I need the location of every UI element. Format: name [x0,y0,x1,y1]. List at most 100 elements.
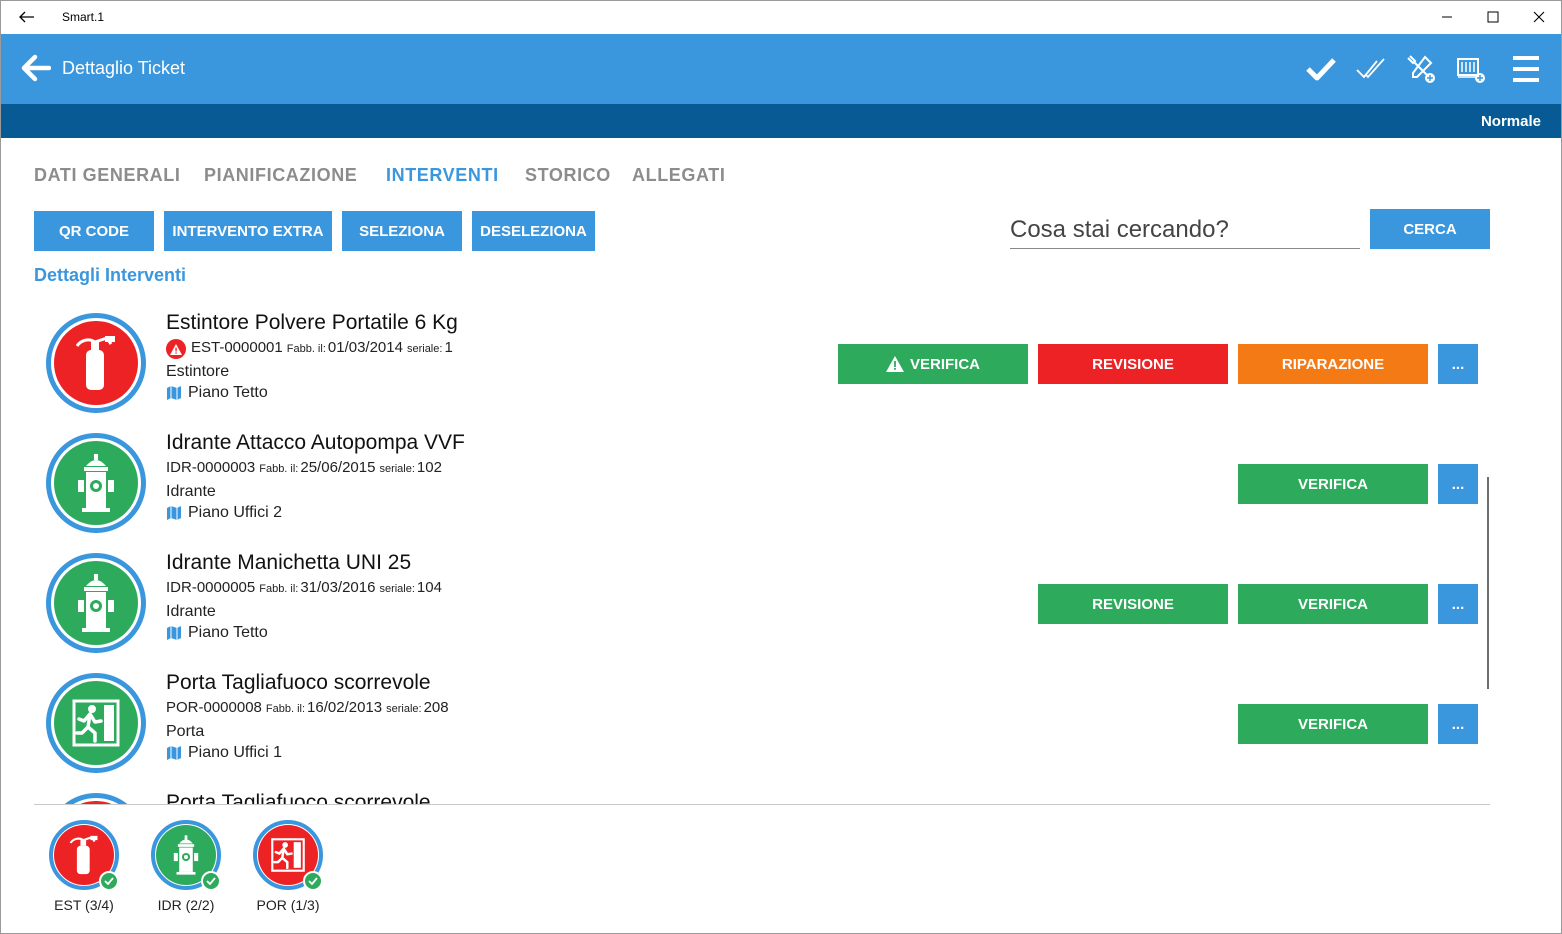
serial-label: seriale: [379,583,415,595]
seleziona-button[interactable]: SELEZIONA [342,211,462,251]
title-bar: Smart.1 [1,1,1561,34]
equipment-add-icon[interactable] [1454,52,1488,86]
tools-add-icon[interactable] [1404,52,1438,86]
check-icon[interactable] [1304,52,1338,86]
list-item[interactable]: Idrante Attacco Autopompa VVF IDR-000000… [34,421,1490,541]
verifica-button[interactable]: VERIFICA [1238,704,1428,744]
item-name: Estintore Polvere Portatile 6 Kg [166,311,458,334]
interventi-list[interactable]: Estintore Polvere Portatile 6 Kg EST-000… [34,301,1490,804]
riparazione-button[interactable]: RIPARAZIONE [1238,344,1428,384]
close-icon[interactable] [1516,5,1561,29]
minimize-icon[interactable] [1424,5,1470,29]
scrollbar[interactable] [1487,477,1489,689]
revisione-button[interactable]: REVISIONE [1038,344,1228,384]
item-name: Porta Tagliafuoco scorrevole [166,671,431,694]
tab-pianificazione[interactable]: PIANIFICAZIONE [204,165,357,186]
app-header: Dettaglio Ticket [1,34,1561,104]
summary-idr[interactable]: IDR (2/2) [145,819,225,919]
window-title: Smart.1 [62,10,105,24]
item-type: Idrante [166,603,216,620]
qr-code-button[interactable]: QR CODE [34,211,154,251]
fabb-label: Fabb. il: [265,703,306,715]
summary-label: POR (1/3) [256,897,320,913]
fabb-date: 16/02/2013 [307,699,383,716]
fabb-label: Fabb. il: [259,583,299,595]
more-button[interactable]: ... [1438,704,1478,744]
item-location: Piano Tetto [166,384,268,402]
search-button[interactable]: CERCA [1370,209,1490,249]
item-type: Estintore [166,363,230,380]
serial-value: 208 [423,699,449,716]
summary-por[interactable]: POR (1/3) [247,819,327,919]
item-location: Piano Tetto [166,624,268,642]
check-badge-icon [303,871,323,891]
item-name: Porta Tagliafuoco scorrevole [166,791,431,804]
map-icon [166,745,182,761]
page-title: Dettaglio Ticket [62,58,186,78]
revisione-button[interactable]: REVISIONE [1038,584,1228,624]
item-location-label: Piano Tetto [188,624,268,641]
intervento-extra-button[interactable]: INTERVENTO EXTRA [164,211,332,251]
item-code: IDR-0000003 [166,459,256,476]
fabb-date: 25/06/2015 [300,459,376,476]
map-icon [166,505,182,521]
maximize-icon[interactable] [1470,5,1516,29]
serial-label: seriale: [386,703,422,715]
emergency-exit-icon [46,673,146,773]
divider [34,804,1490,805]
menu-icon[interactable] [1509,52,1543,86]
tab-storico[interactable]: STORICO [525,165,611,186]
map-icon [166,625,182,641]
search-input[interactable]: Cosa stai cercando? [1010,212,1360,249]
fire-extinguisher-icon [46,313,146,413]
item-code-line: EST-0000001 Fabb. il: 01/03/2014 seriale… [166,339,453,359]
hydrant-icon [46,553,146,653]
map-icon [166,385,182,401]
tab-dati-generali[interactable]: DATI GENERALI [34,165,180,186]
check-badge-icon [201,871,221,891]
item-name: Idrante Attacco Autopompa VVF [166,431,465,454]
item-code: IDR-0000005 [166,579,256,596]
app-window: Smart.1 Dettaglio Ticket Normale DATI GE… [0,0,1562,934]
verifica-button[interactable]: VERIFICA [1238,464,1428,504]
item-location-label: Piano Uffici 1 [188,744,282,761]
serial-label: seriale: [406,343,443,355]
list-item[interactable]: Estintore Polvere Portatile 6 Kg EST-000… [34,301,1490,421]
item-type: Idrante [166,483,216,500]
double-check-icon[interactable] [1354,52,1388,86]
check-badge-icon [99,871,119,891]
back-arrow-icon[interactable] [21,54,52,82]
serial-value: 104 [416,579,442,596]
fabb-date: 01/03/2014 [327,339,403,356]
list-item[interactable]: Idrante Manichetta UNI 25 IDR-0000005 Fa… [34,541,1490,661]
item-location-label: Piano Tetto [188,384,268,401]
tab-allegati[interactable]: ALLEGATI [632,165,725,186]
verifica-button[interactable]: VERIFICA [838,344,1028,384]
priority-label: Normale [1480,113,1541,130]
summary-est[interactable]: EST (3/4) [43,819,123,919]
deseleziona-button[interactable]: DESELEZIONA [472,211,595,251]
window-back-icon[interactable] [15,7,39,27]
summary-label: IDR (2/2) [157,897,215,913]
item-type: Porta [166,723,205,740]
serial-value: 1 [444,339,453,356]
verifica-button[interactable]: VERIFICA [1238,584,1428,624]
item-code-line: IDR-0000005 Fabb. il: 31/03/2016 seriale… [166,579,442,596]
item-code-line: IDR-0000003 Fabb. il: 25/06/2015 seriale… [166,459,442,476]
summary-label: EST (3/4) [54,897,114,913]
item-location: Piano Uffici 1 [166,744,282,762]
more-button[interactable]: ... [1438,584,1478,624]
item-name: Idrante Manichetta UNI 25 [166,551,412,574]
list-item[interactable]: Porta Tagliafuoco scorrevole POR-0000008… [34,661,1490,781]
priority-bar: Normale [1,104,1561,138]
emergency-exit-icon [46,793,146,804]
section-title: Dettagli Interventi [34,265,187,285]
item-code: POR-0000008 [166,699,262,716]
list-item[interactable]: Porta Tagliafuoco scorrevole [34,781,1490,804]
tab-interventi[interactable]: INTERVENTI [386,165,499,186]
warning-icon [885,356,904,372]
item-code: EST-0000001 [191,339,283,356]
more-button[interactable]: ... [1438,464,1478,504]
serial-label: seriale: [379,463,415,475]
more-button[interactable]: ... [1438,344,1478,384]
